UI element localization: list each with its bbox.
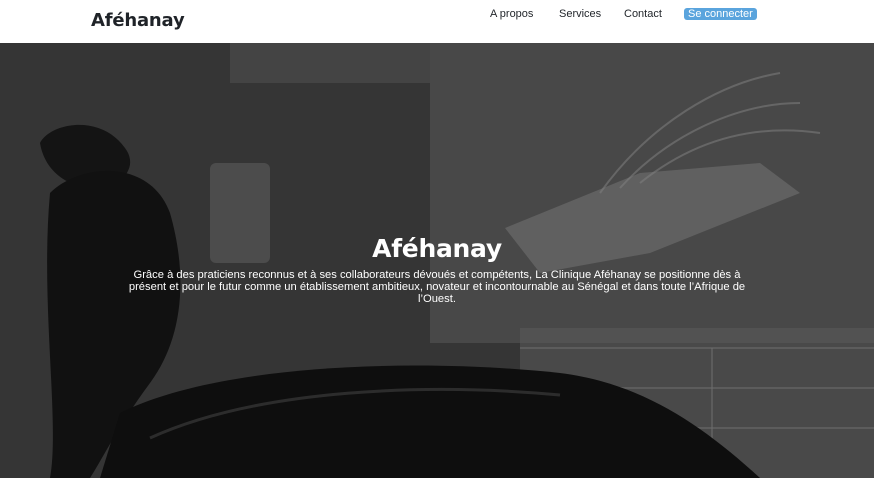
hero-description: Grâce à des praticiens reconnus et à ses… xyxy=(128,269,746,305)
login-button[interactable]: Se connecter xyxy=(684,8,757,20)
main-nav: A propos Services Contact Se connecter xyxy=(0,7,874,23)
hero-banner: Aféhanay Grâce à des praticiens reconnus… xyxy=(0,43,874,478)
nav-link-contact[interactable]: Contact xyxy=(624,7,662,21)
nav-link-services[interactable]: Services xyxy=(559,7,601,21)
nav-link-about[interactable]: A propos xyxy=(490,7,533,21)
top-navbar: Aféhanay A propos Services Contact Se co… xyxy=(0,0,874,43)
hero-title: Aféhanay xyxy=(372,234,502,263)
